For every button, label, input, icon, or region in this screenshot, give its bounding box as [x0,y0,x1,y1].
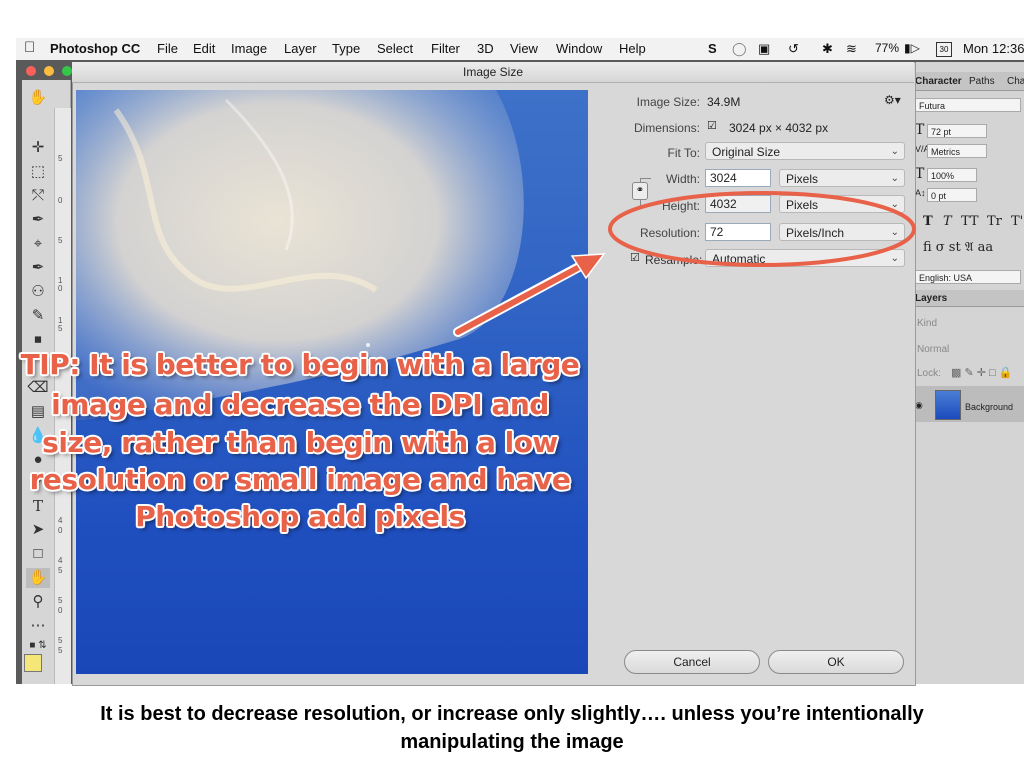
caption-line: It is best to decrease resolution, or in… [100,703,924,725]
slide-caption: It is best to decrease resolution, or in… [0,700,1024,756]
caption-line: manipulating the image [400,731,624,753]
tip-line: image and decrease the DPI and [51,388,549,421]
tip-annotation: TIP: It is better to begin with a large … [0,0,600,768]
highlight-ellipse [608,191,916,267]
tip-line: resolution or small image and have [29,463,571,496]
tip-line: TIP: It is better to begin with a large [20,348,580,381]
tip-line: Photoshop add pixels [135,500,465,533]
tip-line: size, rather than begin with a low [42,426,558,459]
